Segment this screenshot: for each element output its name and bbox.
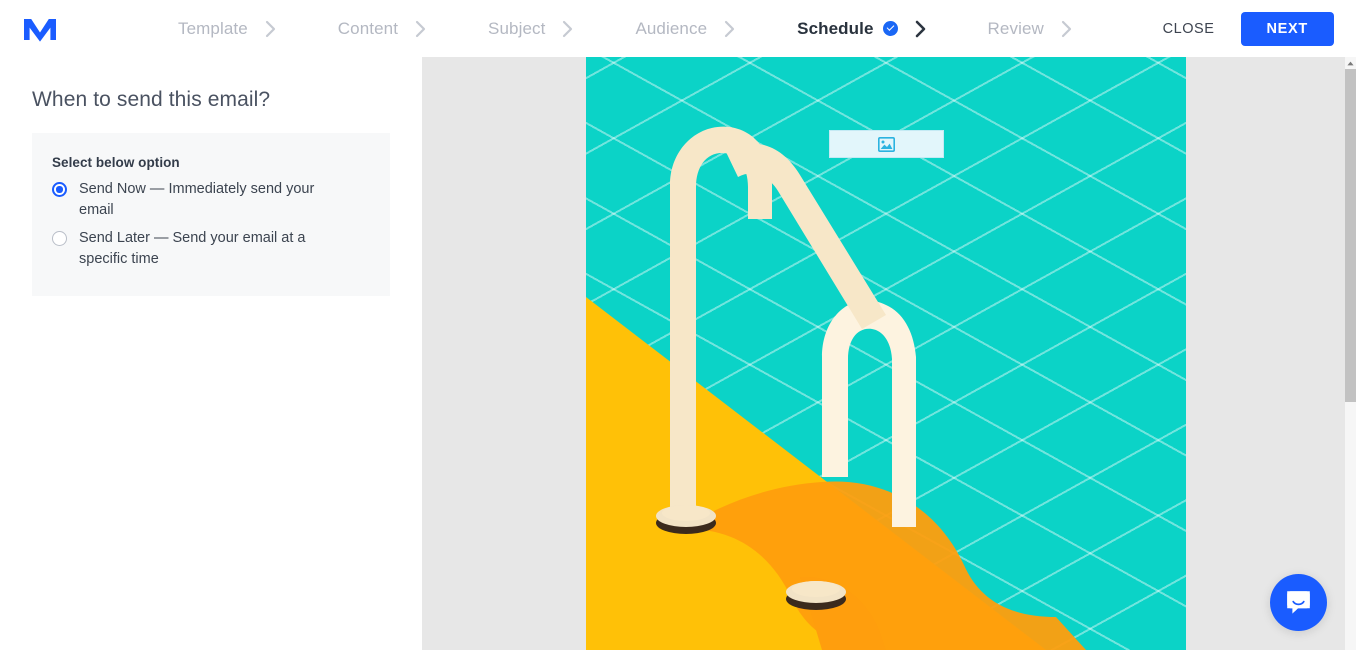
schedule-settings-panel: When to send this email? Select below op… — [0, 57, 422, 650]
chevron-right-icon — [707, 19, 753, 39]
breadcrumb-step-review[interactable]: Review — [988, 19, 1044, 39]
image-placeholder-block[interactable] — [829, 130, 944, 158]
email-canvas[interactable] — [586, 57, 1186, 650]
scroll-up-arrow-icon[interactable] — [1345, 57, 1356, 69]
scrollbar-thumb[interactable] — [1345, 69, 1356, 402]
chevron-right-icon — [898, 19, 944, 39]
send-option-card-label: Select below option — [52, 155, 180, 170]
radio-indicator[interactable] — [52, 231, 67, 246]
header-actions: CLOSE NEXT — [1157, 11, 1356, 46]
breadcrumb-step-label: Review — [987, 18, 1044, 38]
breadcrumb-step-label: Template — [178, 18, 248, 38]
chat-bubble-smile-icon — [1287, 591, 1310, 614]
chevron-right-icon — [248, 19, 294, 39]
breadcrumb-step-label: Audience — [635, 18, 708, 38]
chevron-right-icon — [398, 19, 444, 39]
breadcrumb-step-label: Subject — [488, 18, 546, 38]
campaign-wizard-app: Template Content Subject Audience Schedu… — [0, 0, 1356, 650]
chevron-right-icon — [1044, 19, 1090, 39]
breadcrumb-step-template[interactable]: Template — [178, 19, 248, 39]
radio-indicator[interactable] — [52, 182, 67, 197]
breadcrumb-step-content[interactable]: Content — [338, 19, 398, 39]
send-option-card: Select below option Send Now — Immediate… — [32, 133, 390, 296]
check-circle-icon — [882, 21, 898, 36]
next-button[interactable]: NEXT — [1240, 11, 1334, 46]
moosend-logo[interactable] — [0, 0, 80, 57]
close-button[interactable]: CLOSE — [1157, 13, 1221, 45]
radio-option-send-later[interactable]: Send Later — Send your email at a specif… — [52, 228, 368, 270]
email-preview-pane — [422, 57, 1345, 650]
preview-scrollbar[interactable] — [1345, 57, 1356, 650]
breadcrumb-step-label: Content — [337, 18, 399, 38]
radio-option-label: Send Later — Send your email at a specif… — [79, 230, 306, 267]
chat-launcher-button[interactable] — [1270, 574, 1327, 631]
page-title: When to send this email? — [32, 88, 271, 111]
breadcrumb-step-schedule[interactable]: Schedule — [797, 18, 898, 39]
wizard-breadcrumb: Template Content Subject Audience Schedu… — [80, 19, 1157, 39]
breadcrumb-step-audience[interactable]: Audience — [635, 19, 707, 39]
app-header: Template Content Subject Audience Schedu… — [0, 0, 1356, 57]
radio-option-send-now[interactable]: Send Now — Immediately send your email — [52, 179, 368, 221]
breadcrumb-step-label: Schedule — [797, 18, 874, 38]
chevron-right-icon — [545, 19, 591, 39]
radio-option-label: Send Now — Immediately send your email — [79, 181, 315, 218]
image-placeholder-icon — [878, 136, 895, 152]
breadcrumb-step-subject[interactable]: Subject — [488, 19, 545, 39]
